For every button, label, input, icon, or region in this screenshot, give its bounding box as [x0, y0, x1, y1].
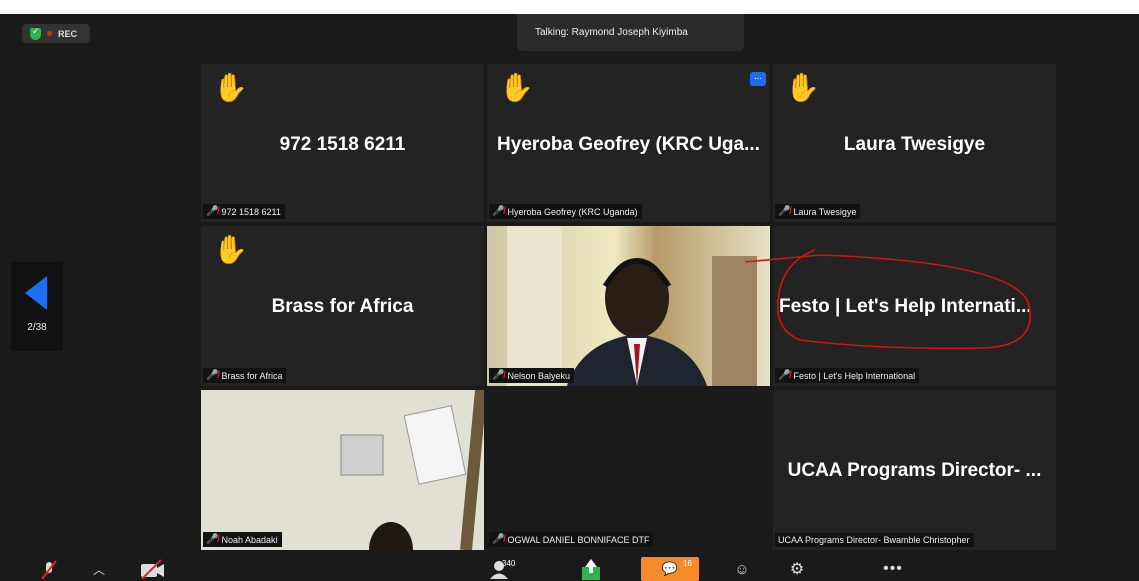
page-indicator: 2/38: [27, 322, 47, 333]
participant-tile[interactable]: ✋ ... Hyeroba Geofrey (KRC Uga... 🎤̸ Hyer…: [487, 64, 770, 222]
participant-name-label: 🎤̸ Brass for Africa: [203, 368, 287, 383]
mic-off-icon: 🎤̸: [778, 370, 791, 381]
participant-tile[interactable]: ✋ Brass for Africa 🎤̸ Brass for Africa: [201, 226, 484, 386]
participant-video-tile[interactable]: 🎤̸ Noah Abadaki: [201, 390, 484, 550]
arrow-left-icon: [25, 276, 47, 310]
participant-name-label: 🎤̸ Hyeroba Geofrey (KRC Uganda): [489, 204, 642, 219]
video-off-icon: [141, 559, 164, 579]
talking-indicator: Talking: Raymond Joseph Kiyimba: [517, 14, 744, 51]
participant-name-label: UCAA Programs Director- Bwamble Christop…: [775, 533, 974, 547]
participant-display-name: Laura Twesigye: [843, 134, 986, 155]
tile-more-button[interactable]: ...: [750, 72, 766, 86]
share-icon: [582, 559, 600, 580]
raise-hand-icon: ✋: [213, 234, 248, 265]
more-icon: •••: [883, 560, 903, 577]
participant-video-feed: [201, 390, 484, 550]
participant-name-label: 🎤̸ 972 1518 6211: [203, 204, 285, 219]
participant-name-label: 🎤̸ OGWAL DANIEL BONNIFACE DTF: [489, 532, 654, 547]
mic-icon: [41, 560, 57, 579]
settings-button[interactable]: ⚙: [786, 557, 808, 581]
record-dot-icon: [47, 31, 52, 36]
settings-icon: ⚙: [789, 561, 805, 578]
mic-off-icon: 🎤̸: [492, 206, 505, 217]
mute-button[interactable]: [37, 557, 61, 581]
participant-display-name: 972 1518 6211: [279, 134, 406, 155]
participant-name-label: 🎤̸ Nelson Balyeku: [489, 368, 574, 383]
share-screen-button[interactable]: [578, 557, 604, 581]
raise-hand-icon: ✋: [785, 72, 820, 103]
chevron-up-icon: ︿: [92, 562, 105, 577]
participant-display-name: Brass for Africa: [271, 296, 414, 317]
shield-icon: [30, 26, 41, 40]
mic-off-icon: 🎤̸: [206, 370, 219, 381]
participant-tile[interactable]: ✋ Laura Twesigye 🎤̸ Laura Twesigye: [773, 64, 1056, 222]
previous-page-button[interactable]: 2/38: [11, 262, 63, 351]
recording-badge: REC: [22, 24, 90, 43]
participants-count: 340: [502, 559, 516, 568]
mic-off-icon: 🎤̸: [206, 206, 219, 217]
raise-hand-icon: ✋: [499, 72, 534, 103]
more-button[interactable]: •••: [876, 557, 910, 581]
participant-display-name: UCAA Programs Director- ...: [787, 460, 1042, 481]
mic-off-icon: 🎤̸: [492, 370, 505, 381]
participant-name-label: 🎤̸ Noah Abadaki: [203, 532, 282, 547]
participant-video-feed: [507, 226, 757, 386]
participant-tile[interactable]: ✋ 972 1518 6211 🎤̸ 972 1518 6211: [201, 64, 484, 222]
participant-display-name: Hyeroba Geofrey (KRC Uga...: [497, 134, 760, 155]
chat-unread-count: 16: [683, 559, 692, 568]
participants-button[interactable]: 340: [478, 557, 520, 581]
recording-label: REC: [58, 28, 78, 39]
reactions-icon: ☺: [734, 560, 750, 578]
participant-name-label: 🎤̸ Laura Twesigye: [775, 204, 861, 219]
mic-off-icon: 🎤̸: [778, 206, 791, 217]
stop-video-button[interactable]: [138, 557, 166, 581]
chat-icon: 💬: [661, 561, 679, 576]
participant-video-tile[interactable]: 🎤̸ Nelson Balyeku: [487, 226, 770, 386]
mic-off-icon: 🎤̸: [206, 534, 219, 545]
audio-options-chevron[interactable]: ︿: [90, 557, 108, 581]
mic-off-icon: 🎤̸: [492, 534, 505, 545]
participant-tile[interactable]: UCAA Programs Director- ... UCAA Program…: [773, 390, 1056, 550]
meeting-toolbar: ︿ 340 💬 16 ☺ ⚙ •••: [0, 557, 1139, 581]
participant-name-label: 🎤̸ Festo | Let's Help International: [775, 368, 920, 383]
raise-hand-icon: ✋: [213, 72, 248, 103]
participant-tile[interactable]: Festo | Let's Help Internati... 🎤̸ Festo …: [773, 226, 1056, 386]
chat-button[interactable]: 💬 16: [641, 557, 699, 581]
window-top-strip: [0, 0, 1139, 14]
reactions-button[interactable]: ☺: [731, 557, 753, 581]
participant-tile[interactable]: 🎤̸ OGWAL DANIEL BONNIFACE DTF: [487, 390, 770, 550]
participant-display-name: Festo | Let's Help Internati...: [779, 296, 1032, 317]
